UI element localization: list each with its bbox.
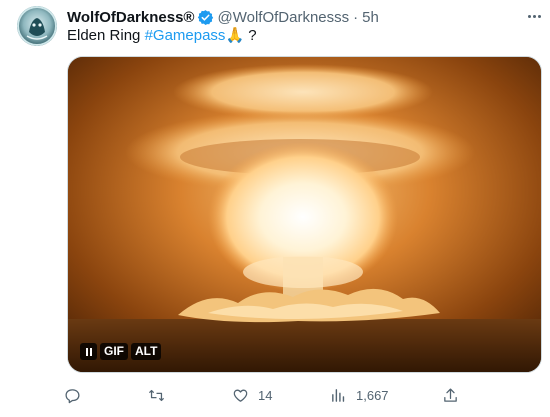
share-icon	[444, 387, 457, 402]
tweet-text: Elden Ring #Gamepass🙏 ?	[67, 26, 257, 46]
tweet[interactable]: WolfOfDarkness® @WolfOfDarknesss · 5h El…	[0, 0, 550, 417]
retweet-button[interactable]	[148, 384, 174, 406]
praying-hands-emoji: 🙏	[225, 27, 245, 44]
alt-text-badge[interactable]: ALT	[131, 343, 162, 360]
tweet-text-prefix: Elden Ring	[67, 27, 145, 44]
like-button[interactable]: 14	[232, 384, 272, 406]
tweet-media-gif[interactable]	[67, 56, 542, 373]
verified-badge-icon[interactable]	[197, 9, 214, 26]
more-icon[interactable]	[522, 6, 546, 26]
pause-icon[interactable]	[80, 343, 97, 360]
share-button[interactable]	[442, 384, 459, 406]
views-button[interactable]: 1,667	[330, 384, 389, 406]
hashtag-link[interactable]: #Gamepass	[145, 27, 226, 44]
reply-icon	[65, 388, 80, 403]
author-display-name[interactable]: WolfOfDarkness®	[67, 9, 194, 26]
like-count: 14	[258, 387, 273, 403]
gif-badge: GIF	[100, 343, 128, 360]
views-icon	[332, 388, 345, 402]
heart-icon	[233, 389, 248, 402]
avatar[interactable]	[17, 6, 57, 46]
author-handle[interactable]: @WolfOfDarknesss	[217, 9, 349, 26]
tweet-header: WolfOfDarkness® @WolfOfDarknesss · 5h	[67, 7, 379, 27]
retweet-icon	[148, 389, 165, 401]
media-badges: GIF ALT	[80, 343, 162, 360]
tweet-actions: 14 1,667	[64, 384, 464, 406]
tweet-text-suffix: ?	[244, 27, 257, 44]
tweet-timestamp[interactable]: 5h	[362, 9, 379, 26]
views-count: 1,667	[356, 387, 389, 403]
separator-dot: ·	[353, 8, 359, 26]
reply-button[interactable]	[64, 384, 90, 406]
